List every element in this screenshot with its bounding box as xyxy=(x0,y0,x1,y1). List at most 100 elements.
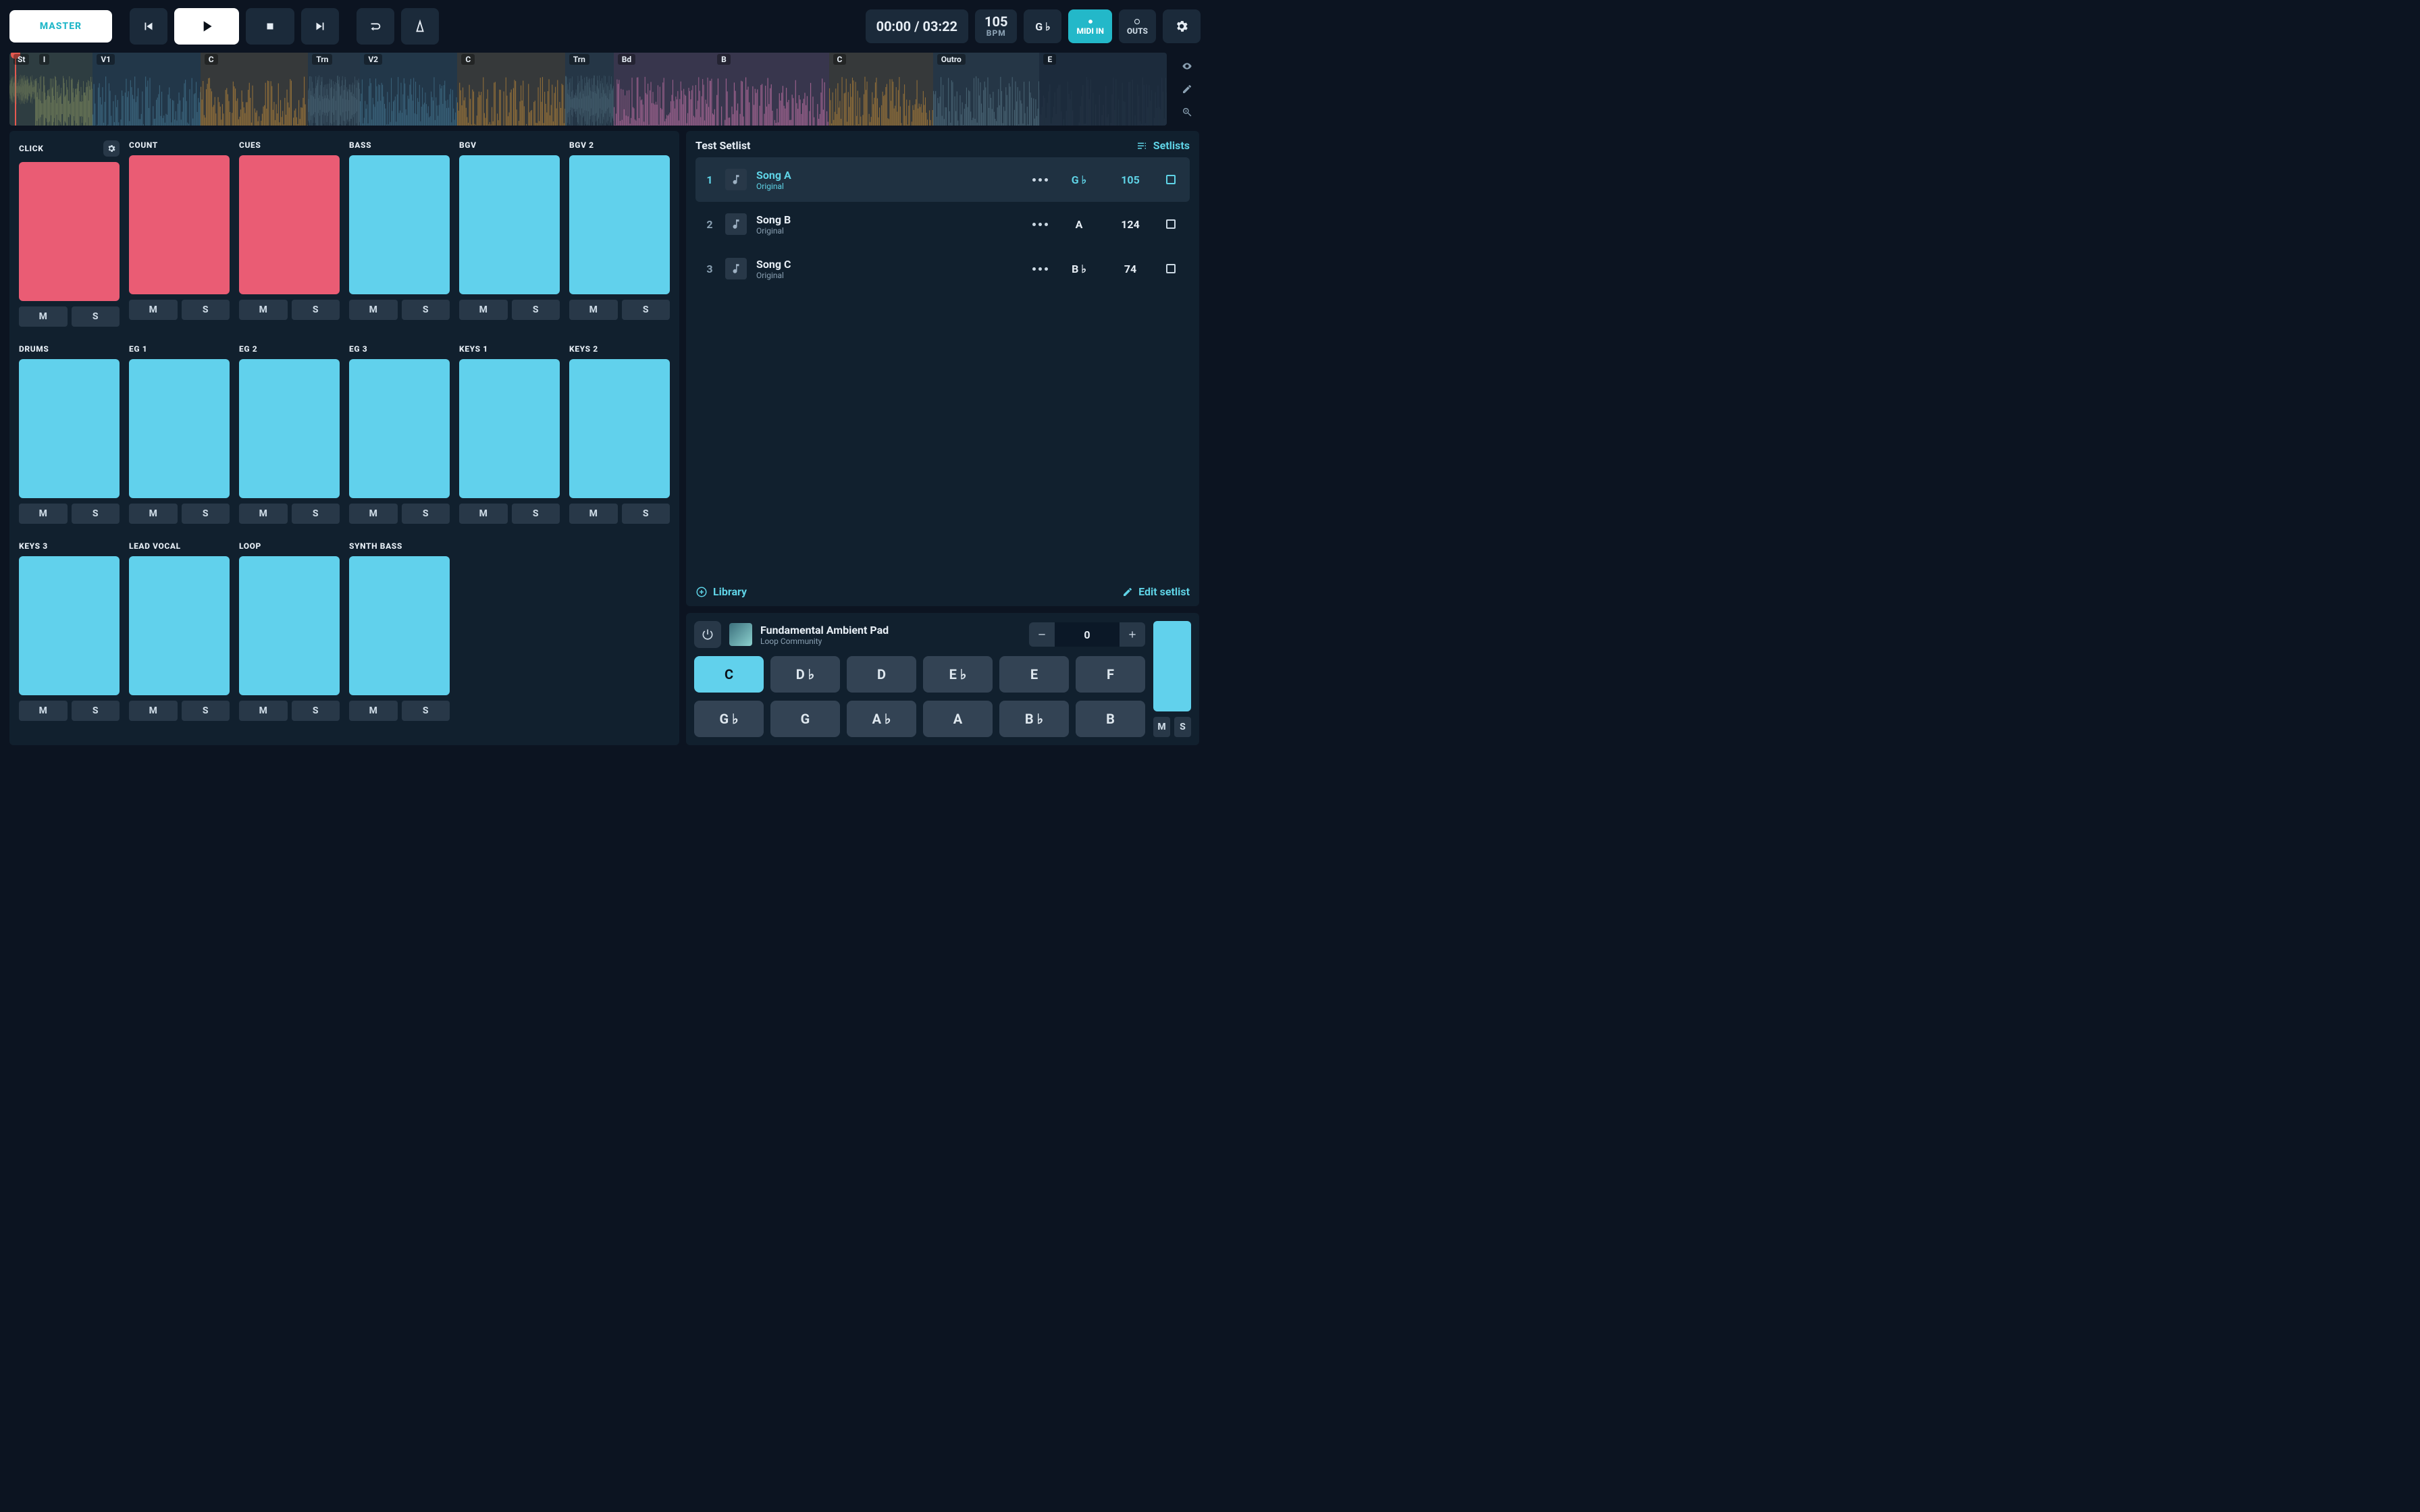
solo-button[interactable]: S xyxy=(512,504,560,524)
mute-button[interactable]: M xyxy=(19,701,68,721)
track-fader[interactable] xyxy=(459,359,560,498)
timeline-segment[interactable]: E xyxy=(1039,53,1167,126)
midi-in-button[interactable]: MIDI IN xyxy=(1068,9,1111,43)
song-more-button[interactable] xyxy=(1026,267,1053,271)
pad-key-button[interactable]: D xyxy=(847,656,916,693)
pencil-icon[interactable] xyxy=(1182,84,1192,94)
pad-key-button[interactable]: B ♭ xyxy=(999,701,1069,737)
mute-button[interactable]: M xyxy=(569,504,618,524)
track-fader[interactable] xyxy=(239,155,340,294)
timeline-segment[interactable]: C xyxy=(457,53,564,126)
track-fader[interactable] xyxy=(129,359,230,498)
pad-solo-button[interactable]: S xyxy=(1174,717,1191,737)
solo-button[interactable]: S xyxy=(402,300,450,320)
mute-button[interactable]: M xyxy=(349,504,398,524)
timeline-segment[interactable]: C xyxy=(829,53,933,126)
solo-button[interactable]: S xyxy=(182,701,230,721)
track-gear-button[interactable] xyxy=(103,140,120,157)
edit-setlist-link[interactable]: Edit setlist xyxy=(1122,585,1190,598)
mute-button[interactable]: M xyxy=(349,300,398,320)
zoom-icon[interactable] xyxy=(1182,107,1192,117)
timeline[interactable]: StIV1CTrnV2CTrnBdBCOutroE xyxy=(9,53,1167,126)
track-fader[interactable] xyxy=(129,556,230,695)
timeline-segment[interactable]: C xyxy=(201,53,308,126)
song-stop-button[interactable] xyxy=(1157,219,1184,229)
solo-button[interactable]: S xyxy=(182,300,230,320)
pad-key-button[interactable]: G xyxy=(770,701,840,737)
setlists-link[interactable]: Setlists xyxy=(1136,139,1190,152)
pad-fader[interactable] xyxy=(1153,621,1191,711)
pad-key-button[interactable]: D ♭ xyxy=(770,656,840,693)
timeline-segment[interactable]: V2 xyxy=(360,53,457,126)
settings-button[interactable] xyxy=(1163,9,1201,43)
mute-button[interactable]: M xyxy=(239,701,288,721)
stepper-minus[interactable] xyxy=(1029,622,1055,647)
track-fader[interactable] xyxy=(239,556,340,695)
next-button[interactable] xyxy=(301,8,339,45)
mute-button[interactable]: M xyxy=(459,504,508,524)
track-fader[interactable] xyxy=(349,155,450,294)
pad-key-button[interactable]: B xyxy=(1076,701,1145,737)
track-fader[interactable] xyxy=(459,155,560,294)
timeline-segment[interactable]: St xyxy=(9,53,35,126)
mute-button[interactable]: M xyxy=(19,504,68,524)
pad-key-button[interactable]: A xyxy=(923,701,993,737)
pad-transpose-stepper[interactable]: 0 xyxy=(1029,622,1145,647)
song-more-button[interactable] xyxy=(1026,223,1053,226)
metronome-button[interactable] xyxy=(401,8,439,45)
timeline-segment[interactable]: Trn xyxy=(565,53,614,126)
track-fader[interactable] xyxy=(569,359,670,498)
solo-button[interactable]: S xyxy=(72,306,120,327)
solo-button[interactable]: S xyxy=(292,300,340,320)
loop-button[interactable] xyxy=(357,8,394,45)
pad-key-button[interactable]: C xyxy=(694,656,764,693)
track-fader[interactable] xyxy=(569,155,670,294)
key-display[interactable]: G ♭ xyxy=(1024,9,1061,43)
pad-mute-button[interactable]: M xyxy=(1153,717,1170,737)
pad-key-button[interactable]: F xyxy=(1076,656,1145,693)
prev-button[interactable] xyxy=(130,8,167,45)
solo-button[interactable]: S xyxy=(292,504,340,524)
song-row[interactable]: 1 Song AOriginal G ♭ 105 xyxy=(695,157,1190,202)
timeline-segment[interactable]: I xyxy=(35,53,93,126)
song-stop-button[interactable] xyxy=(1157,175,1184,184)
solo-button[interactable]: S xyxy=(292,701,340,721)
solo-button[interactable]: S xyxy=(402,504,450,524)
mute-button[interactable]: M xyxy=(239,504,288,524)
solo-button[interactable]: S xyxy=(622,504,670,524)
track-fader[interactable] xyxy=(19,556,120,695)
mute-button[interactable]: M xyxy=(239,300,288,320)
pad-power-button[interactable] xyxy=(694,621,721,648)
bpm-display[interactable]: 105 BPM xyxy=(975,9,1017,43)
mute-button[interactable]: M xyxy=(349,701,398,721)
mute-button[interactable]: M xyxy=(19,306,68,327)
song-row[interactable]: 2 Song BOriginal A 124 xyxy=(695,202,1190,246)
track-fader[interactable] xyxy=(129,155,230,294)
song-row[interactable]: 3 Song COriginal B ♭ 74 xyxy=(695,246,1190,291)
play-button[interactable] xyxy=(174,8,239,45)
stepper-plus[interactable] xyxy=(1120,622,1145,647)
mute-button[interactable]: M xyxy=(129,701,178,721)
stop-button[interactable] xyxy=(246,8,294,45)
timeline-segment[interactable]: Bd xyxy=(614,53,713,126)
timeline-segment[interactable]: B xyxy=(713,53,828,126)
solo-button[interactable]: S xyxy=(622,300,670,320)
timeline-segment[interactable]: Trn xyxy=(308,53,360,126)
pad-key-button[interactable]: A ♭ xyxy=(847,701,916,737)
mute-button[interactable]: M xyxy=(129,300,178,320)
timeline-segment[interactable]: Outro xyxy=(933,53,1040,126)
track-fader[interactable] xyxy=(349,359,450,498)
track-fader[interactable] xyxy=(239,359,340,498)
track-fader[interactable] xyxy=(19,359,120,498)
mute-button[interactable]: M xyxy=(569,300,618,320)
solo-button[interactable]: S xyxy=(512,300,560,320)
solo-button[interactable]: S xyxy=(72,701,120,721)
solo-button[interactable]: S xyxy=(72,504,120,524)
pad-key-button[interactable]: G ♭ xyxy=(694,701,764,737)
solo-button[interactable]: S xyxy=(182,504,230,524)
timeline-segment[interactable]: V1 xyxy=(93,53,200,126)
outs-button[interactable]: OUTS xyxy=(1119,9,1156,43)
track-fader[interactable] xyxy=(19,162,120,301)
track-fader[interactable] xyxy=(349,556,450,695)
master-button[interactable]: MASTER xyxy=(9,10,112,43)
